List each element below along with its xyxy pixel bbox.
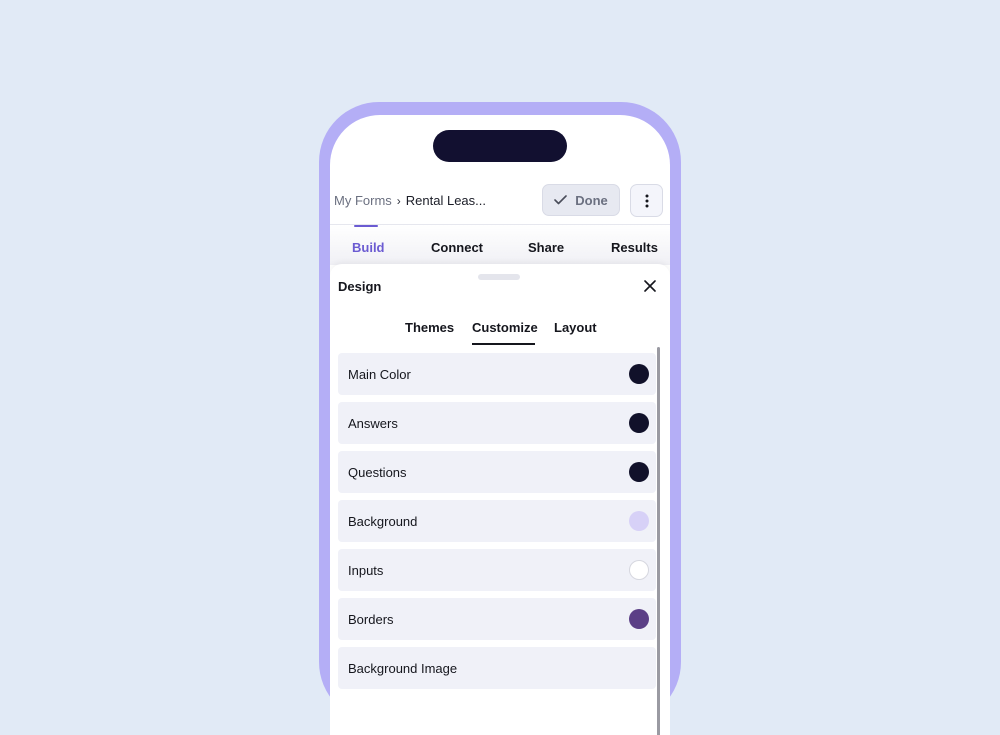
more-options-button[interactable] [630, 184, 663, 217]
customize-tab-underline [472, 343, 535, 345]
tab-build[interactable]: Build [352, 240, 385, 255]
close-icon [644, 280, 656, 292]
color-swatch[interactable] [629, 462, 649, 482]
done-button-label: Done [575, 192, 608, 208]
color-row-label: Background Image [348, 661, 458, 676]
design-panel-title: Design [338, 279, 382, 294]
main-tabs: Build Connect Share Results [330, 224, 670, 265]
phone-frame: My Forms › Rental Leas... Done Build Conne… [319, 102, 681, 735]
color-row-answers[interactable]: Answers [338, 402, 656, 444]
color-row-main-color[interactable]: Main Color [338, 353, 656, 395]
active-tab-indicator [354, 225, 378, 227]
color-swatch[interactable] [629, 560, 649, 580]
check-icon [554, 195, 568, 205]
done-button[interactable]: Done [542, 184, 620, 216]
breadcrumb: My Forms › Rental Leas... [334, 193, 486, 208]
color-swatch[interactable] [629, 413, 649, 433]
color-row-label: Answers [348, 416, 398, 431]
color-row-inputs[interactable]: Inputs [338, 549, 656, 591]
color-row-questions[interactable]: Questions [338, 451, 656, 493]
color-swatch[interactable] [629, 364, 649, 384]
color-row-label: Background [348, 514, 418, 529]
breadcrumb-my-forms[interactable]: My Forms [334, 193, 392, 208]
color-swatch[interactable] [629, 511, 649, 531]
color-swatch[interactable] [629, 609, 649, 629]
tab-layout[interactable]: Layout [554, 320, 597, 335]
more-vertical-icon [645, 194, 648, 207]
color-row-background-image[interactable]: Background Image [338, 647, 656, 689]
tab-share[interactable]: Share [528, 240, 564, 255]
color-row-background[interactable]: Background [338, 500, 656, 542]
drag-handle[interactable] [478, 274, 520, 280]
design-panel: Design Themes Customize Layout Main Colo… [330, 264, 670, 735]
phone-screen: My Forms › Rental Leas... Done Build Conne… [330, 115, 670, 735]
color-row-label: Questions [348, 465, 407, 480]
top-bar: My Forms › Rental Leas... Done [330, 180, 670, 224]
close-button[interactable] [642, 278, 658, 294]
color-row-label: Borders [348, 612, 394, 627]
tab-results[interactable]: Results [611, 240, 658, 255]
breadcrumb-separator: › [396, 194, 401, 208]
dynamic-island [433, 130, 567, 162]
scrollbar[interactable] [657, 347, 660, 735]
breadcrumb-current-form: Rental Leas... [405, 193, 486, 208]
tab-customize[interactable]: Customize [472, 320, 538, 335]
color-row-label: Main Color [348, 367, 411, 382]
tab-themes[interactable]: Themes [405, 320, 454, 335]
tab-connect[interactable]: Connect [431, 240, 483, 255]
color-row-label: Inputs [348, 563, 384, 578]
color-row-borders[interactable]: Borders [338, 598, 656, 640]
